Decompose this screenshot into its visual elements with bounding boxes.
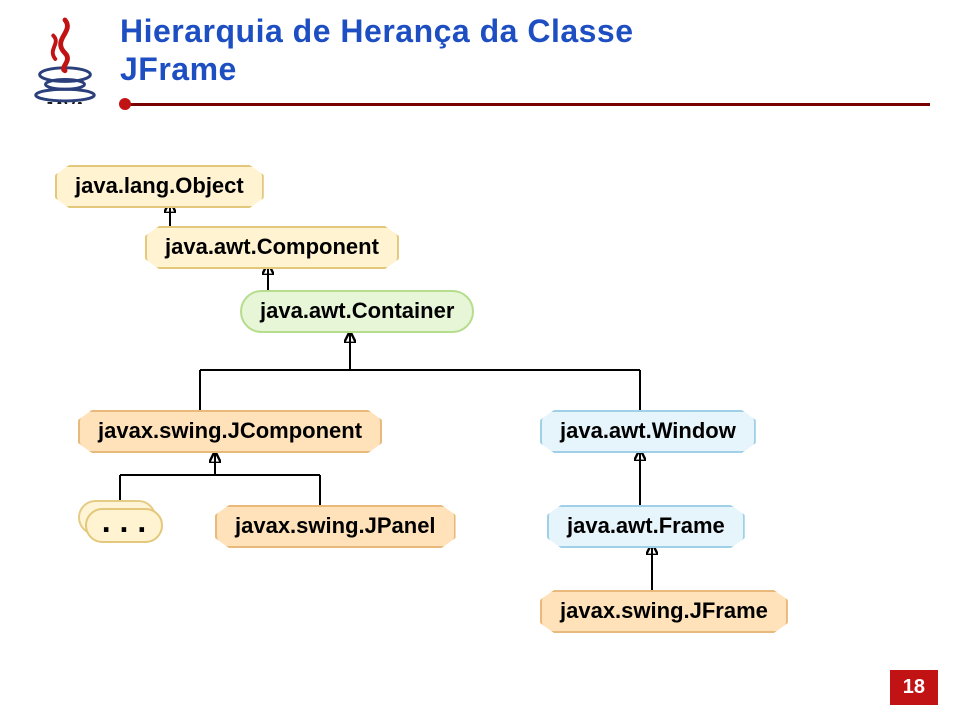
node-object: java.lang.Object: [55, 165, 264, 208]
connector-lines: [0, 0, 960, 723]
node-jpanel: javax.swing.JPanel: [215, 505, 456, 548]
node-label: java.awt.Frame: [567, 513, 725, 538]
node-label: java.lang.Object: [75, 173, 244, 198]
title-line-2: JFrame: [120, 51, 237, 87]
node-jframe: javax.swing.JFrame: [540, 590, 788, 633]
page-number: 18: [903, 676, 925, 698]
node-label: java.awt.Component: [165, 234, 379, 259]
node-container: java.awt.Container: [240, 290, 474, 333]
title-divider-dot: [119, 98, 131, 110]
node-component: java.awt.Component: [145, 226, 399, 269]
page-number-badge: 18: [890, 670, 938, 705]
node-label: java.awt.Window: [560, 418, 736, 443]
slide-page: JAVA Hierarquia de Herança da Classe JFr…: [0, 0, 960, 723]
node-ellipsis: . . .: [85, 508, 163, 543]
java-logo: JAVA: [26, 14, 104, 109]
node-window: java.awt.Window: [540, 410, 756, 453]
node-label: java.awt.Container: [260, 298, 454, 323]
node-jcomponent: javax.swing.JComponent: [78, 410, 382, 453]
node-label: . . .: [102, 503, 146, 539]
node-label: javax.swing.JFrame: [560, 598, 768, 623]
svg-text:JAVA: JAVA: [44, 99, 86, 104]
title-line-1: Hierarquia de Herança da Classe: [120, 13, 634, 49]
node-label: javax.swing.JComponent: [98, 418, 362, 443]
node-label: javax.swing.JPanel: [235, 513, 436, 538]
page-title: Hierarquia de Herança da Classe JFrame: [120, 13, 634, 89]
node-frame: java.awt.Frame: [547, 505, 745, 548]
title-divider-line: [125, 103, 930, 106]
